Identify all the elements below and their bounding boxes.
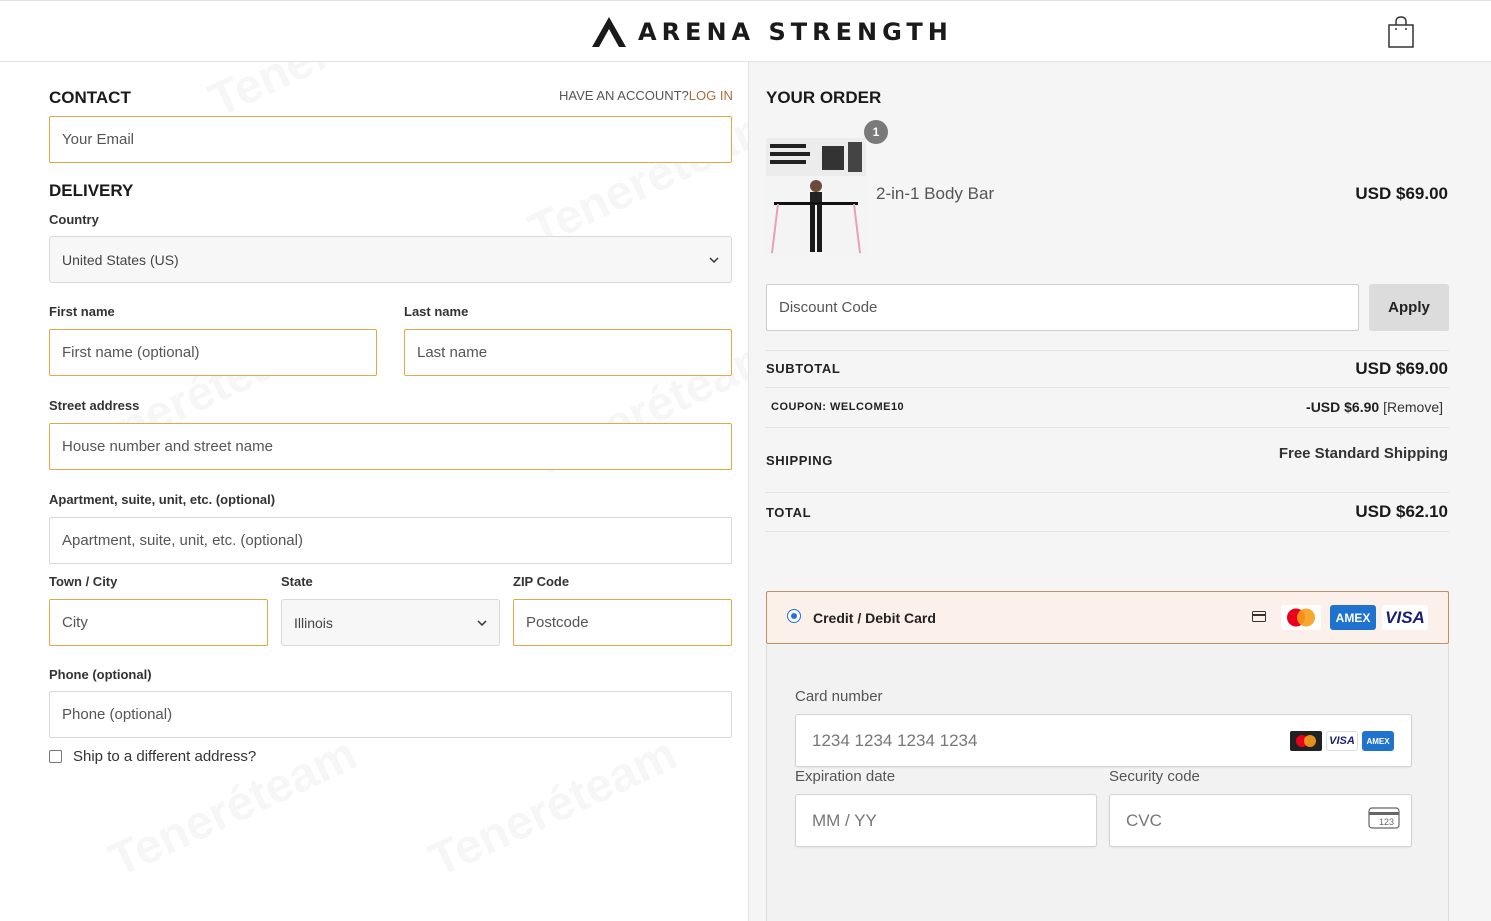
chevron-down-icon <box>477 619 487 626</box>
divider <box>766 427 1449 428</box>
quantity-badge: 1 <box>864 120 888 144</box>
mastercard-icon <box>1290 731 1322 751</box>
amex-icon: AMEX <box>1362 731 1394 751</box>
phone-label: Phone (optional) <box>49 667 152 682</box>
email-placeholder: Your Email <box>62 131 134 148</box>
zip-placeholder: Postcode <box>526 614 589 631</box>
cvc-placeholder: CVC <box>1126 810 1162 830</box>
state-select[interactable]: Illinois <box>281 599 500 646</box>
city-placeholder: City <box>62 614 88 631</box>
city-field[interactable]: City <box>49 599 268 646</box>
country-select[interactable]: United States (US) <box>49 236 732 283</box>
expiry-input[interactable]: MM / YY <box>795 794 1097 847</box>
first-name-label: First name <box>49 304 115 319</box>
amex-icon: AMEX <box>1330 605 1376 630</box>
apartment-placeholder: Apartment, suite, unit, etc. (optional) <box>62 532 303 549</box>
last-name-field[interactable]: Last name <box>404 329 732 376</box>
account-prompt-text: HAVE AN ACCOUNT? <box>559 88 689 103</box>
last-name-label: Last name <box>404 304 469 319</box>
site-header: ARENA STRENGTH <box>0 0 1491 62</box>
coupon-value: -USD $6.90 <box>1306 399 1380 415</box>
apply-button[interactable]: Apply <box>1369 284 1449 331</box>
discount-placeholder: Discount Code <box>779 299 878 316</box>
state-value: Illinois <box>294 614 333 631</box>
product-image <box>766 138 866 257</box>
cvc-icon-text: 123 <box>1379 817 1395 827</box>
zip-label: ZIP Code <box>513 574 570 589</box>
total-value: USD $62.10 <box>1355 502 1448 521</box>
checkout-form: CONTACT HAVE AN ACCOUNT?LOG IN Your Emai… <box>0 62 748 921</box>
email-field[interactable]: Your Email <box>49 116 732 163</box>
visa-icon: VISA <box>1326 731 1358 751</box>
ship-different-label[interactable]: Ship to a different address? <box>73 748 256 765</box>
coupon-label: COUPON: WELCOME10 <box>771 401 905 413</box>
first-name-field[interactable]: First name (optional) <box>49 329 377 376</box>
login-link[interactable]: LOG IN <box>689 88 733 103</box>
expiry-label: Expiration date <box>795 768 896 785</box>
cvc-input[interactable]: CVC <box>1109 794 1412 847</box>
divider <box>766 492 1449 493</box>
country-value: United States (US) <box>62 251 179 268</box>
mastercard-icon <box>1281 605 1321 630</box>
phone-field[interactable]: Phone (optional) <box>49 691 732 738</box>
chevron-down-icon <box>709 256 719 263</box>
divider <box>766 387 1449 388</box>
visa-icon: VISA <box>1382 605 1428 630</box>
card-radio[interactable] <box>787 609 801 623</box>
ship-different-checkbox[interactable] <box>49 750 62 763</box>
expiry-placeholder: MM / YY <box>812 810 877 830</box>
street-label: Street address <box>49 398 140 413</box>
payment-method-label: Credit / Debit Card <box>813 610 936 626</box>
state-label: State <box>281 574 313 589</box>
total-label: TOTAL <box>766 505 812 520</box>
coupon-amount: -USD $6.90 [Remove] <box>1306 399 1443 415</box>
last-name-placeholder: Last name <box>417 344 488 361</box>
order-title: YOUR ORDER <box>766 88 882 107</box>
product-photo <box>766 138 866 257</box>
shipping-value: Free Standard Shipping <box>1278 445 1448 462</box>
card-number-placeholder: 1234 1234 1234 1234 <box>812 730 978 750</box>
subtotal-value: USD $69.00 <box>1355 359 1448 378</box>
street-field[interactable]: House number and street name <box>49 423 732 470</box>
divider <box>766 350 1449 351</box>
cvc-icon: 123 <box>1368 807 1400 829</box>
phone-placeholder: Phone (optional) <box>62 706 173 723</box>
city-label: Town / City <box>49 574 118 589</box>
card-icon <box>1252 611 1266 622</box>
account-prompt: HAVE AN ACCOUNT?LOG IN <box>559 88 733 103</box>
apartment-label: Apartment, suite, unit, etc. (optional) <box>49 492 276 507</box>
zip-field[interactable]: Postcode <box>513 599 732 646</box>
brand-mark-icon <box>592 17 626 47</box>
remove-coupon-link[interactable]: [Remove] <box>1383 399 1443 415</box>
divider <box>766 531 1449 532</box>
payment-method-option[interactable]: Credit / Debit Card AMEX VISA <box>766 591 1449 644</box>
contact-title: CONTACT <box>49 88 131 107</box>
brand-logo[interactable]: ARENA STRENGTH <box>590 15 953 49</box>
shipping-label: SHIPPING <box>766 453 833 468</box>
card-number-label: Card number <box>795 688 883 705</box>
first-name-placeholder: First name (optional) <box>62 344 200 361</box>
country-label: Country <box>49 212 99 227</box>
delivery-title: DELIVERY <box>49 181 134 200</box>
street-placeholder: House number and street name <box>62 438 273 455</box>
shopping-bag-icon[interactable] <box>1387 15 1415 49</box>
apartment-field[interactable]: Apartment, suite, unit, etc. (optional) <box>49 517 732 564</box>
product-price: USD $69.00 <box>1355 184 1448 203</box>
product-name: 2-in-1 Body Bar <box>876 184 995 203</box>
discount-code-input[interactable]: Discount Code <box>766 284 1359 331</box>
card-form: Card number 1234 1234 1234 1234 VISA AME… <box>766 644 1449 921</box>
subtotal-label: SUBTOTAL <box>766 361 841 376</box>
brand-name: ARENA STRENGTH <box>638 18 953 46</box>
cvc-label: Security code <box>1109 768 1200 785</box>
order-summary: YOUR ORDER 1 2-in-1 Body Bar USD $69.00 … <box>748 62 1491 921</box>
